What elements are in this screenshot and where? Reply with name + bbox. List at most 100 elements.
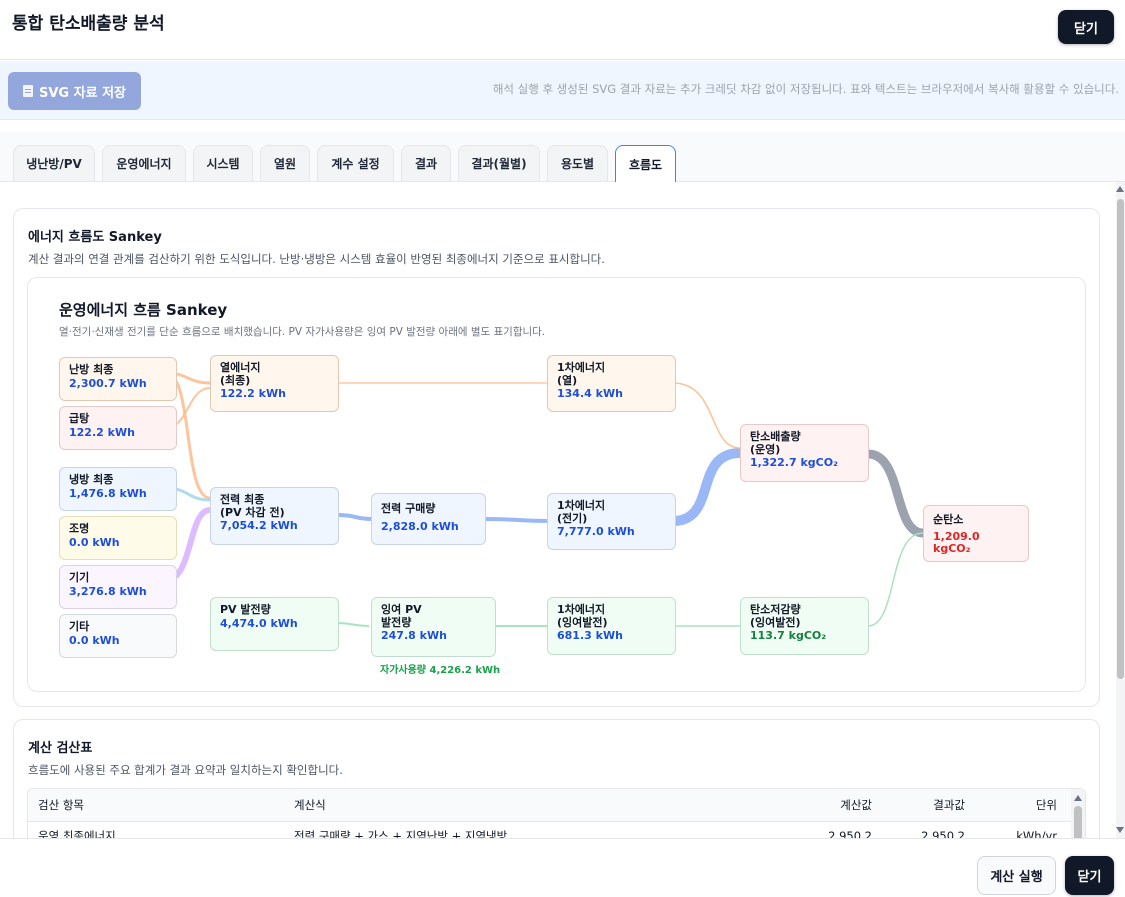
- node-cooling: 냉방 최종 1,476.8 kWh: [59, 467, 177, 511]
- col-formula: 계산식: [284, 789, 772, 822]
- title-bar: 통합 탄소배출량 분석 닫기: [0, 0, 1125, 60]
- node-label: 기기: [69, 571, 90, 584]
- node-elec-final: 전력 최종 (PV 차감 전) 7,054.2 kWh: [210, 487, 339, 545]
- sankey-subtitle: 열·전기·신재생 전기를 단순 흐름으로 배치했습니다. PV 자가사용량은 잉…: [59, 326, 546, 338]
- save-note: 해석 실행 후 생성된 SVG 결과 자료는 추가 크레딧 차감 없이 저장됩니…: [492, 82, 1119, 96]
- node-label: 냉방 최종: [69, 473, 114, 486]
- node-value: 1,209.0 kgCO₂: [933, 529, 980, 555]
- tab-by-use[interactable]: 용도별: [547, 145, 608, 181]
- node-value: 134.4 kWh: [557, 387, 623, 400]
- node-heating: 난방 최종 2,300.7 kWh: [59, 357, 177, 401]
- node-carbon-op: 탄소배출량 (운영) 1,322.7 kgCO₂: [740, 424, 869, 482]
- node-elec-purchase: 전력 구매량 2,828.0 kWh: [371, 493, 486, 545]
- svg-save-label: SVG 자료 저장: [39, 85, 126, 101]
- node-label: 잉여 PV 발전량: [381, 603, 422, 629]
- node-value: 0.0 kWh: [69, 535, 120, 549]
- node-surplus-pv: 잉여 PV 발전량 247.8 kWh: [371, 597, 496, 657]
- node-value: 2,300.7 kWh: [69, 376, 147, 390]
- col-calc: 계산값: [772, 789, 882, 822]
- footer-bar: 계산 실행 닫기: [0, 838, 1125, 897]
- node-label: 1차에너지 (열): [557, 361, 606, 387]
- col-result: 결과값: [882, 789, 975, 822]
- sankey-panel: 운영에너지 흐름 Sankey 열·전기·신재생 전기를 단순 흐름으로 배치했…: [27, 277, 1086, 692]
- node-primary-heat: 1차에너지 (열) 134.4 kWh: [547, 355, 676, 412]
- node-value: 3,276.8 kWh: [69, 584, 147, 598]
- link-carbon-net: [867, 449, 924, 538]
- node-label: PV 발전량: [220, 603, 271, 616]
- page-scroll-down-icon[interactable]: [1116, 827, 1124, 833]
- node-value: 7,777.0 kWh: [557, 525, 635, 538]
- page-scrollbar[interactable]: [1116, 182, 1125, 838]
- node-label: 기타: [69, 620, 90, 633]
- tab-hvac-pv[interactable]: 냉난방/PV: [13, 145, 95, 181]
- table-header-row: 검산 항목 계산식 계산값 결과값 단위: [28, 789, 1085, 822]
- node-value: 4,474.0 kWh: [220, 616, 298, 630]
- link-primary-carbon: [672, 448, 741, 526]
- node-label: 순탄소: [933, 513, 964, 526]
- link-purchase-primary: [483, 517, 549, 523]
- tab-operating-energy[interactable]: 운영에너지: [102, 145, 186, 181]
- node-pv: PV 발전량 4,474.0 kWh: [210, 597, 339, 651]
- node-other: 기타 0.0 kWh: [59, 614, 177, 658]
- run-calculation-button[interactable]: 계산 실행: [977, 856, 1056, 895]
- page-scroll-thumb[interactable]: [1117, 199, 1124, 679]
- link-elec-purchase: [336, 513, 374, 521]
- node-value: 113.7 kgCO₂: [750, 629, 827, 642]
- link-pv-surplus: [336, 622, 370, 627]
- window-title: 통합 탄소배출량 분석: [12, 14, 165, 34]
- node-label: 1차에너지 (전기): [557, 499, 606, 525]
- node-value: 0.0 kWh: [69, 633, 120, 647]
- node-label: 전력 구매량: [381, 502, 436, 515]
- node-carbon-reduction: 탄소저감량 (잉여발전) 113.7 kgCO₂: [740, 597, 869, 655]
- node-primary-surplus: 1차에너지 (잉여발전) 681.3 kWh: [547, 597, 676, 655]
- sankey-title: 운영에너지 흐름 Sankey: [59, 301, 228, 319]
- page-scroll-up-icon[interactable]: [1116, 186, 1124, 192]
- link-heatprimary-carbon: [672, 382, 741, 449]
- node-label: 탄소배출량 (운영): [750, 430, 801, 456]
- node-label: 1차에너지 (잉여발전): [557, 603, 608, 629]
- node-label: 난방 최종: [69, 363, 114, 376]
- tab-flow[interactable]: 흐름도: [615, 145, 676, 182]
- tab-results-monthly[interactable]: 결과(월별): [458, 145, 540, 181]
- node-value: 2,828.0 kWh: [381, 519, 459, 533]
- analysis-window: 통합 탄소배출량 분석 닫기 SVG 자료 저장 해석 실행 후 생성된 SVG…: [0, 0, 1125, 897]
- node-label: 열에너지 (최종): [220, 361, 261, 387]
- node-value: 122.2 kWh: [220, 387, 286, 400]
- node-label: 급탕: [69, 412, 90, 425]
- node-primary-elec: 1차에너지 (전기) 7,777.0 kWh: [547, 493, 676, 550]
- col-unit: 단위: [975, 789, 1085, 822]
- save-bar: SVG 자료 저장 해석 실행 후 생성된 SVG 결과 자료는 추가 크레딧 …: [0, 61, 1125, 120]
- node-heat-energy: 열에너지 (최종) 122.2 kWh: [210, 355, 339, 412]
- tab-results[interactable]: 결과: [401, 145, 451, 181]
- node-value: 122.2 kWh: [69, 425, 135, 439]
- check-section-description: 흐름도에 사용된 주요 합계가 결과 요약과 일치하는지 확인합니다.: [28, 763, 343, 777]
- flow-section-title: 에너지 흐름도 Sankey: [28, 230, 162, 245]
- node-label: 조명: [69, 522, 90, 535]
- tab-heat-source[interactable]: 열원: [260, 145, 310, 181]
- node-appliance: 기기 3,276.8 kWh: [59, 565, 177, 609]
- flow-card: 에너지 흐름도 Sankey 계산 결과의 연결 관계를 검산하기 위한 도식입…: [13, 208, 1100, 707]
- close-button-top[interactable]: 닫기: [1058, 10, 1114, 44]
- link-reduction-net: [867, 532, 924, 627]
- node-lighting: 조명 0.0 kWh: [59, 516, 177, 560]
- flow-section-description: 계산 결과의 연결 관계를 검산하기 위한 도식입니다. 난방·냉방은 시스템 …: [28, 252, 605, 266]
- check-section-title: 계산 검산표: [28, 741, 93, 756]
- col-item: 검산 항목: [28, 789, 284, 822]
- document-icon: [23, 85, 33, 97]
- scroll-up-icon[interactable]: [1074, 795, 1082, 801]
- node-value: 1,476.8 kWh: [69, 486, 147, 500]
- node-value: 1,322.7 kgCO₂: [750, 456, 838, 469]
- node-label: 탄소저감량 (잉여발전): [750, 603, 801, 629]
- node-hotwater: 급탕 122.2 kWh: [59, 406, 177, 450]
- tab-system[interactable]: 시스템: [193, 145, 253, 181]
- node-value: 7,054.2 kWh: [220, 519, 298, 532]
- node-net-carbon: 순탄소 1,209.0 kgCO₂: [923, 505, 1029, 562]
- close-button-bottom[interactable]: 닫기: [1065, 856, 1114, 895]
- node-value: 247.8 kWh: [381, 629, 447, 642]
- tab-bar: 냉난방/PV 운영에너지 시스템 열원 계수 설정 결과 결과(월별) 용도별 …: [0, 132, 1125, 182]
- self-use-label: 자가사용량 4,226.2 kWh: [380, 665, 501, 676]
- node-value: 681.3 kWh: [557, 629, 623, 642]
- tab-coefficients[interactable]: 계수 설정: [317, 145, 394, 181]
- svg-save-button[interactable]: SVG 자료 저장: [8, 72, 141, 110]
- node-label: 전력 최종 (PV 차감 전): [220, 493, 285, 519]
